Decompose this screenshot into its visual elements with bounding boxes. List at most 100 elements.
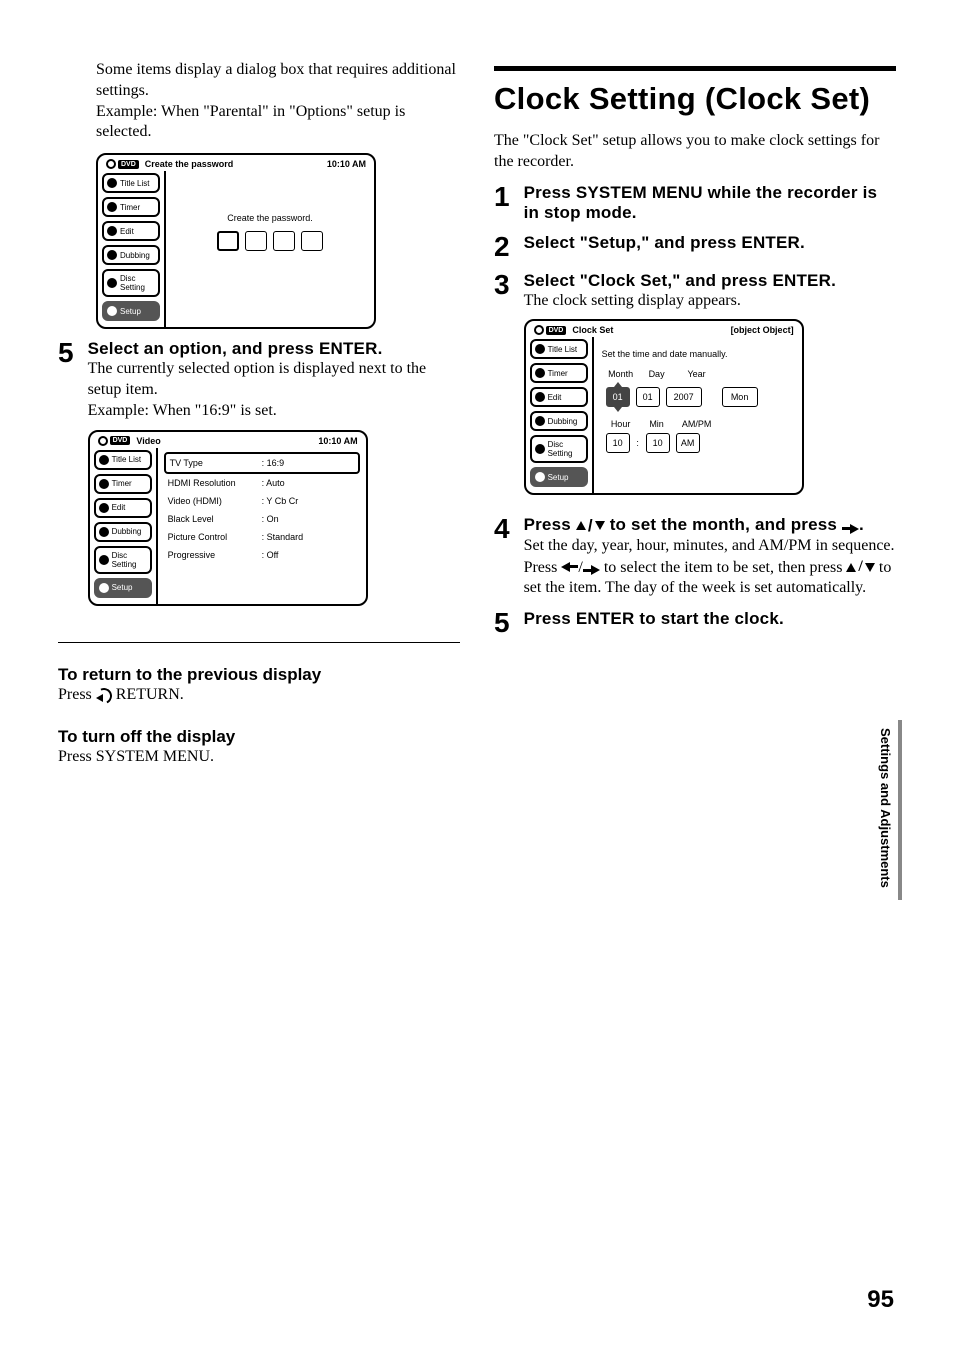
section-rule [494, 66, 896, 71]
lbl-min: Min [642, 419, 672, 429]
right-step3-body: The clock setting display appears. [524, 291, 896, 312]
nav-icon [535, 368, 545, 378]
nav-icon [107, 202, 117, 212]
setting-key: TV Type [170, 458, 262, 468]
panel-pw-time: 10:10 AM [327, 159, 366, 169]
nav-icon [107, 226, 117, 236]
side-tab-label: Settings and Adjustments [878, 728, 893, 888]
page-number: 95 [867, 1286, 894, 1314]
left-sub2-body: Press SYSTEM MENU. [58, 747, 460, 768]
nav-item-label: Dubbing [120, 251, 150, 260]
arrow-right-icon [583, 565, 600, 575]
nav-item-title-list[interactable]: Title List [94, 450, 152, 470]
nav-icon [535, 344, 545, 354]
panel-pw-title: Create the password [145, 159, 234, 169]
video-setting-row[interactable]: Progressive: Off [164, 546, 360, 564]
clock-ampm-input[interactable]: AM [676, 433, 700, 453]
nav-item-label: Disc Setting [548, 440, 583, 458]
panel-clock-title: Clock Set [572, 325, 613, 335]
dvd-rw-icon: DVD [106, 159, 139, 169]
nav-item-dubbing[interactable]: Dubbing [94, 522, 152, 542]
setting-value: : Auto [262, 478, 356, 488]
video-setting-row[interactable]: Black Level: On [164, 510, 360, 528]
right-step5-num: 5 [494, 609, 510, 637]
right-intro: The "Clock Set" setup allows you to make… [494, 131, 896, 173]
nav-item-timer[interactable]: Timer [94, 474, 152, 494]
right-step4-head: Press / to set the month, and press . [524, 515, 896, 536]
right-step4-body: Set the day, year, hour, minutes, and AM… [524, 536, 896, 599]
nav-icon [107, 306, 117, 316]
up-down-icon: / [846, 557, 874, 578]
nav-icon [99, 479, 109, 489]
setting-key: Video (HDMI) [168, 496, 262, 506]
nav-item-label: Dubbing [112, 527, 142, 536]
dvd-rw-icon: DVD [98, 436, 131, 446]
setting-key: Black Level [168, 514, 262, 524]
clock-dow-display: Mon [722, 387, 758, 407]
right-step4-num: 4 [494, 515, 510, 543]
dvd-rw-icon: DVD [534, 325, 567, 335]
clock-day-input[interactable]: 01 [636, 387, 660, 407]
setting-key: Progressive [168, 550, 262, 560]
nav-item-disc-setting[interactable]: Disc Setting [102, 269, 160, 297]
left-sub2-head: To turn off the display [58, 727, 460, 747]
nav-icon [107, 250, 117, 260]
nav-item-disc-setting[interactable]: Disc Setting [94, 546, 152, 574]
clock-hour-input[interactable]: 10 [606, 433, 630, 453]
nav-item-title-list[interactable]: Title List [102, 173, 160, 193]
lbl-year: Year [678, 369, 716, 379]
video-setting-row[interactable]: TV Type: 16:9 [164, 452, 360, 474]
arrow-left-icon [561, 562, 578, 572]
nav-item-label: Setup [120, 307, 141, 316]
return-icon [96, 688, 112, 702]
nav-icon [535, 416, 545, 426]
lbl-hour: Hour [606, 419, 636, 429]
left-intro-1: Some items display a dialog box that req… [96, 60, 460, 102]
nav-item-setup[interactable]: Setup [94, 578, 152, 598]
panel-clock-set: DVD Clock Set [object Object] Title List… [524, 319, 804, 495]
nav-item-timer[interactable]: Timer [102, 197, 160, 217]
nav-item-label: Setup [112, 583, 133, 592]
nav-item-setup[interactable]: Setup [102, 301, 160, 321]
nav-item-dubbing[interactable]: Dubbing [102, 245, 160, 265]
nav-item-label: Edit [548, 393, 562, 402]
lbl-month: Month [606, 369, 636, 379]
nav-icon [99, 555, 109, 565]
nav-item-label: Disc Setting [120, 274, 155, 292]
video-setting-row[interactable]: Video (HDMI): Y Cb Cr [164, 492, 360, 510]
right-step2-num: 2 [494, 233, 510, 261]
panel-create-password: DVD Create the password 10:10 AM Title L… [96, 153, 376, 329]
nav-item-title-list[interactable]: Title List [530, 339, 588, 359]
nav-item-edit[interactable]: Edit [94, 498, 152, 518]
nav-item-setup[interactable]: Setup [530, 467, 588, 487]
arrow-right-icon [842, 524, 859, 534]
nav-item-label: Title List [548, 345, 578, 354]
nav-item-edit[interactable]: Edit [530, 387, 588, 407]
nav-item-label: Disc Setting [112, 551, 147, 569]
nav-icon [99, 503, 109, 513]
video-setting-row[interactable]: HDMI Resolution: Auto [164, 474, 360, 492]
clock-year-input[interactable]: 2007 [666, 387, 702, 407]
nav-item-disc-setting[interactable]: Disc Setting [530, 435, 588, 463]
nav-icon [107, 278, 117, 288]
up-down-icon: / [576, 516, 605, 536]
panel-clock-msg: Set the time and date manually. [602, 349, 794, 359]
panel-clock-time: [object Object] [731, 325, 794, 335]
right-step2-head: Select "Setup," and press ENTER. [524, 233, 896, 253]
video-setting-row[interactable]: Picture Control: Standard [164, 528, 360, 546]
password-input-group[interactable] [174, 231, 366, 251]
nav-item-label: Dubbing [548, 417, 578, 426]
nav-item-dubbing[interactable]: Dubbing [530, 411, 588, 431]
nav-item-timer[interactable]: Timer [530, 363, 588, 383]
clock-min-input[interactable]: 10 [646, 433, 670, 453]
panel-video-title: Video [136, 436, 160, 446]
nav-icon [99, 583, 109, 593]
setting-value: : 16:9 [262, 458, 354, 468]
panel-video: DVD Video 10:10 AM Title ListTimerEditDu… [88, 430, 368, 606]
nav-icon [535, 392, 545, 402]
section-title: Clock Setting (Clock Set) [494, 81, 896, 117]
nav-item-edit[interactable]: Edit [102, 221, 160, 241]
clock-month-input[interactable]: 01 [606, 387, 630, 407]
nav-item-label: Title List [120, 179, 150, 188]
lbl-ampm: AM/PM [678, 419, 716, 429]
